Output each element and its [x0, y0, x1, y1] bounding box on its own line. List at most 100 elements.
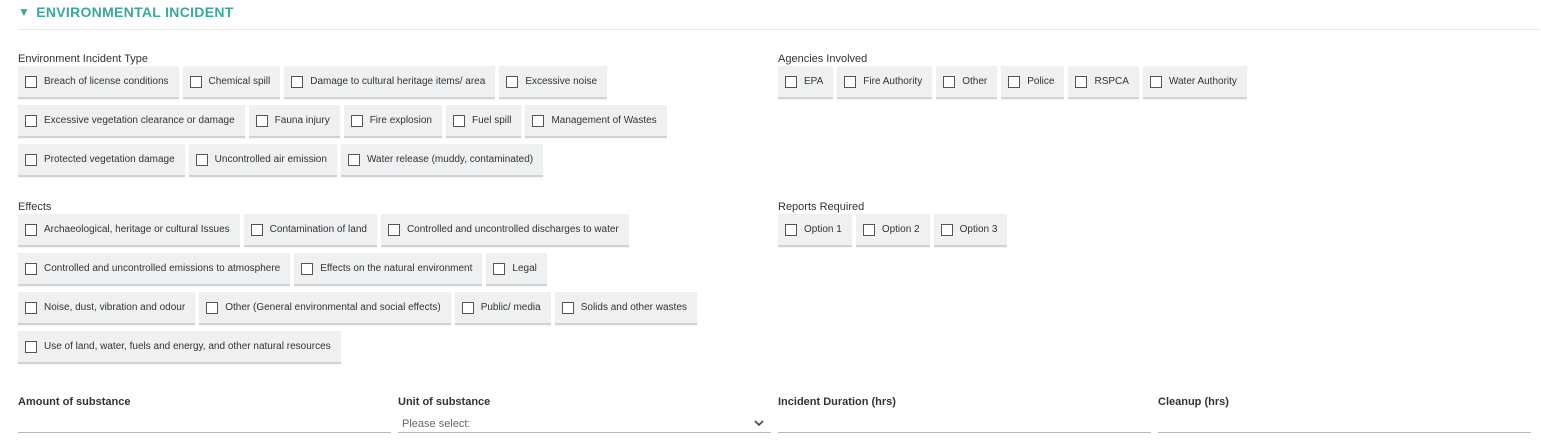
incident-type-option-excessive-vegetation-clearance-or-damage[interactable]: Excessive vegetation clearance or damage	[18, 105, 245, 138]
incident-type-option-uncontrolled-air-emission[interactable]: Uncontrolled air emission	[188, 144, 337, 177]
option-label: Option 3	[959, 224, 998, 235]
checkbox-icon[interactable]	[25, 301, 37, 314]
checkbox-icon[interactable]	[532, 114, 545, 127]
option-label: Archaeological, heritage or cultural Iss…	[44, 224, 230, 235]
effect-option-use-of-land-water-fuels-and-energy-and-other-natural-resources[interactable]: Use of land, water, fuels and energy, an…	[18, 331, 341, 364]
effect-option-controlled-and-uncontrolled-emissions-to-atmosphere[interactable]: Controlled and uncontrolled emissions to…	[18, 253, 291, 286]
effect-option-legal[interactable]: Legal	[486, 253, 547, 286]
checkbox-icon[interactable]	[25, 75, 37, 88]
reports-label: Reports Required	[778, 201, 865, 213]
incident-type-option-fauna-injury[interactable]: Fauna injury	[248, 105, 340, 138]
effect-option-noise-dust-vibration-and-odour[interactable]: Noise, dust, vibration and odour	[18, 292, 196, 325]
checkbox-icon[interactable]	[1149, 75, 1162, 88]
option-label: Effects on the natural environment	[320, 263, 473, 274]
cleanup-input[interactable]	[1158, 415, 1531, 433]
checkbox-icon[interactable]	[301, 262, 314, 275]
option-label: Other (General environmental and social …	[225, 302, 441, 313]
checkbox-icon[interactable]	[347, 153, 360, 166]
checkbox-icon[interactable]	[785, 75, 797, 88]
checkbox-icon[interactable]	[291, 75, 304, 88]
duration-input[interactable]	[778, 415, 1151, 433]
effects-label: Effects	[18, 201, 52, 213]
cleanup-label: Cleanup (hrs)	[1158, 396, 1229, 408]
checkbox-icon[interactable]	[387, 223, 400, 236]
unit-label: Unit of substance	[398, 396, 491, 408]
option-label: Controlled and uncontrolled discharges t…	[406, 224, 619, 235]
report-option-option-1[interactable]: Option 1	[778, 214, 852, 247]
option-label: Solids and other wastes	[580, 302, 687, 313]
effect-option-solids-and-other-wastes[interactable]: Solids and other wastes	[554, 292, 697, 325]
checkbox-icon[interactable]	[452, 114, 465, 127]
checkbox-icon[interactable]	[25, 153, 37, 166]
checkbox-icon[interactable]	[255, 114, 268, 127]
incident-type-row: Breach of license conditions Chemical spi…	[18, 66, 667, 101]
checkbox-icon[interactable]	[943, 75, 956, 88]
option-label: Controlled and uncontrolled emissions to…	[44, 263, 281, 274]
incident-type-option-management-of-wastes[interactable]: Management of Wastes	[525, 105, 667, 138]
option-label: Excessive noise	[525, 76, 598, 87]
incident-type-option-chemical-spill[interactable]: Chemical spill	[182, 66, 281, 99]
effect-option-public-media[interactable]: Public/ media	[454, 292, 551, 325]
incident-type-option-breach-of-license-conditions[interactable]: Breach of license conditions	[18, 66, 179, 99]
checkbox-icon[interactable]	[25, 340, 37, 353]
checkbox-icon[interactable]	[862, 223, 875, 236]
agency-option-rspca[interactable]: RSPCA	[1068, 66, 1139, 99]
option-label: Protected vegetation damage	[44, 154, 175, 165]
checkbox-icon[interactable]	[250, 223, 263, 236]
incident-type-option-fire-explosion[interactable]: Fire explosion	[343, 105, 442, 138]
option-label: Excessive vegetation clearance or damage	[44, 115, 235, 126]
checkbox-icon[interactable]	[25, 223, 37, 236]
checkbox-icon[interactable]	[844, 75, 857, 88]
incident-type-option-excessive-noise[interactable]: Excessive noise	[499, 66, 608, 99]
checkbox-icon[interactable]	[25, 262, 37, 275]
checkbox-icon[interactable]	[1075, 75, 1088, 88]
report-row: Option 1 Option 2 Option 3	[778, 214, 1008, 249]
effect-option-controlled-and-uncontrolled-discharges-to-water[interactable]: Controlled and uncontrolled discharges t…	[380, 214, 629, 247]
checkbox-icon[interactable]	[1008, 75, 1021, 88]
checkbox-icon[interactable]	[350, 114, 363, 127]
effect-option-contamination-of-land[interactable]: Contamination of land	[243, 214, 377, 247]
checkbox-icon[interactable]	[206, 301, 219, 314]
agency-option-epa[interactable]: EPA	[778, 66, 834, 99]
effect-option-archaeological-heritage-or-cultural-issues[interactable]: Archaeological, heritage or cultural Iss…	[18, 214, 240, 247]
checkbox-icon[interactable]	[461, 301, 474, 314]
incident-type-group: Environment Incident Type Breach of lice…	[18, 52, 667, 183]
amount-field: Amount of substance	[18, 395, 391, 433]
section-header[interactable]: ▼ ENVIRONMENTAL INCIDENT	[18, 4, 234, 20]
checkbox-icon[interactable]	[195, 153, 208, 166]
checkbox-icon[interactable]	[940, 223, 953, 236]
checkbox-icon[interactable]	[189, 75, 202, 88]
incident-type-option-damage-to-cultural-heritage-items-area[interactable]: Damage to cultural heritage items/ area	[284, 66, 496, 99]
chevron-down-icon[interactable]	[753, 418, 765, 428]
amount-label: Amount of substance	[18, 396, 131, 408]
effect-option-other-general-environmental-and-social-effects[interactable]: Other (General environmental and social …	[199, 292, 451, 325]
option-label: Fire Authority	[863, 76, 923, 87]
agency-option-water-authority[interactable]: Water Authority	[1142, 66, 1247, 99]
duration-label: Incident Duration (hrs)	[778, 396, 896, 408]
option-label: Fire explosion	[369, 115, 432, 126]
option-label: Water Authority	[1168, 76, 1237, 87]
checkbox-icon[interactable]	[493, 262, 506, 275]
agency-option-other[interactable]: Other	[936, 66, 998, 99]
incident-type-option-fuel-spill[interactable]: Fuel spill	[445, 105, 522, 138]
agency-option-fire-authority[interactable]: Fire Authority	[837, 66, 933, 99]
effect-row: Noise, dust, vibration and odour Other (G…	[18, 292, 697, 327]
option-label: EPA	[804, 76, 824, 87]
checkbox-icon[interactable]	[506, 75, 519, 88]
checkbox-icon[interactable]	[785, 223, 797, 236]
incident-type-option-protected-vegetation-damage[interactable]: Protected vegetation damage	[18, 144, 185, 177]
agencies-label: Agencies Involved	[778, 53, 868, 65]
unit-select[interactable]: Please select:	[398, 415, 771, 433]
checkbox-icon[interactable]	[25, 114, 37, 127]
option-label: Other	[962, 76, 988, 87]
option-label: Public/ media	[480, 302, 541, 313]
incident-type-option-water-release-muddy-contaminated[interactable]: Water release (muddy, contaminated)	[340, 144, 544, 177]
checkbox-icon[interactable]	[561, 301, 574, 314]
option-label: Uncontrolled air emission	[214, 154, 327, 165]
effect-option-effects-on-the-natural-environment[interactable]: Effects on the natural environment	[294, 253, 483, 286]
report-option-option-3[interactable]: Option 3	[933, 214, 1008, 247]
amount-input[interactable]	[18, 415, 391, 433]
agency-option-police[interactable]: Police	[1001, 66, 1065, 99]
report-option-option-2[interactable]: Option 2	[855, 214, 930, 247]
caret-down-icon[interactable]: ▼	[18, 5, 30, 19]
